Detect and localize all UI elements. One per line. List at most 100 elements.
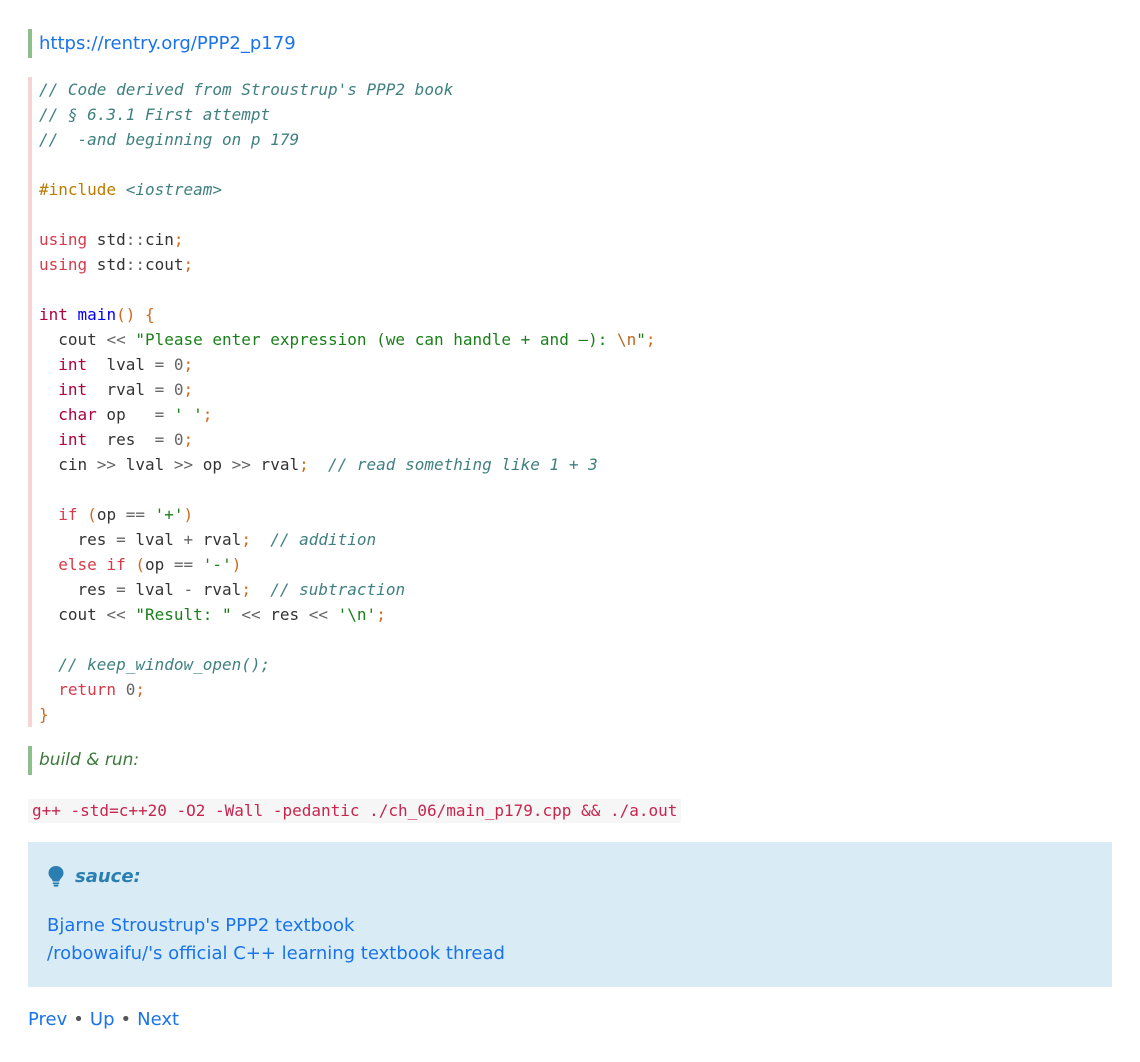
nav-separator: • <box>120 1009 132 1030</box>
build-command: g++ -std=c++20 -O2 -Wall -pedantic ./ch_… <box>28 799 682 823</box>
code-token: std <box>87 255 126 274</box>
code-token: res <box>260 605 309 624</box>
code-token: op <box>96 405 155 424</box>
code-token: #include <box>39 180 117 199</box>
code-token: // subtraction <box>270 580 406 599</box>
code-line: int rval = 0; <box>39 377 1123 402</box>
code-token: ( <box>135 555 145 574</box>
code-line: return 0; <box>39 677 1123 702</box>
code-token: op <box>144 555 174 574</box>
nav-prev-link[interactable]: Prev <box>28 1009 67 1030</box>
code-token: int <box>58 380 88 399</box>
admonition-title: sauce: <box>47 862 141 890</box>
code-token: else <box>58 555 97 574</box>
code-token: using <box>39 230 88 249</box>
code-token: = <box>154 380 165 399</box>
code-token: ; <box>241 580 251 599</box>
code-token: \n <box>616 330 637 349</box>
code-token: ; <box>173 230 184 249</box>
code-line: int lval = 0; <box>39 352 1123 377</box>
admonition-title-text: sauce: <box>75 865 141 887</box>
lightbulb-icon <box>48 866 64 887</box>
code-token: << <box>308 605 329 624</box>
code-token: << <box>241 605 261 624</box>
link-stroustrup-textbook[interactable]: Bjarne Stroustrup's PPP2 textbook <box>47 912 505 940</box>
code-token: cout <box>144 255 184 274</box>
nav-up-link[interactable]: Up <box>90 1009 115 1030</box>
code-token: :: <box>125 255 145 274</box>
code-token: << <box>106 605 126 624</box>
code-token: res <box>87 430 155 449</box>
code-token: = <box>116 580 126 599</box>
code-token: = <box>154 430 165 449</box>
admonition-links: Bjarne Stroustrup's PPP2 textbook /robow… <box>47 912 505 968</box>
code-token: ; <box>376 605 386 624</box>
code-token: // keep_window_open(); <box>58 655 271 674</box>
code-token: 0 <box>125 680 136 699</box>
nav-next-link[interactable]: Next <box>137 1009 179 1030</box>
code-token: using <box>39 255 88 274</box>
code-line: res = lval + rval; // addition <box>39 527 1123 552</box>
code-line: // keep_window_open(); <box>39 652 1123 677</box>
code-token: () <box>116 305 136 324</box>
code-token: ) <box>231 555 242 574</box>
code-line: int res = 0; <box>39 427 1123 452</box>
code-token: cout <box>39 605 107 624</box>
code-token: ; <box>183 430 194 449</box>
code-token: main <box>77 305 117 324</box>
code-token: ; <box>241 530 251 549</box>
page-navigation: Prev • Up • Next <box>28 1006 179 1034</box>
code-token: >> <box>173 455 194 474</box>
code-token: int <box>58 430 88 449</box>
code-line: using std::cin; <box>39 227 1123 252</box>
code-line: cout << "Please enter expression (we can… <box>39 327 1123 352</box>
code-token: // Code derived from Stroustrup's PPP2 b… <box>39 80 454 99</box>
code-token: 0 <box>173 380 184 399</box>
code-line: if (op == '+') <box>39 502 1123 527</box>
link-robowaifu-thread[interactable]: /robowaifu/'s official C++ learning text… <box>47 940 505 968</box>
code-block: // Code derived from Stroustrup's PPP2 b… <box>28 77 1123 727</box>
code-line: int main() { <box>39 302 1123 327</box>
code-token: if <box>58 505 78 524</box>
code-token: cin <box>144 230 174 249</box>
code-token: ( <box>87 505 97 524</box>
code-token: char <box>58 405 97 424</box>
code-token: <iostream> <box>125 180 223 199</box>
code-line: } <box>39 702 1123 727</box>
code-token: ; <box>135 680 145 699</box>
code-line: cin >> lval >> op >> rval; // read somet… <box>39 452 1123 477</box>
code-token: '-' <box>202 555 232 574</box>
code-token: "Please enter expression (we can handle … <box>135 330 617 349</box>
code-token: return <box>58 680 117 699</box>
code-token: == <box>125 505 145 524</box>
code-token: op <box>193 455 232 474</box>
code-token: = <box>116 530 126 549</box>
code-token: std <box>87 230 126 249</box>
code-line: else if (op == '-') <box>39 552 1123 577</box>
code-token: << <box>106 330 126 349</box>
code-token: rval <box>250 455 300 474</box>
source-link[interactable]: https://rentry.org/PPP2_p179 <box>39 33 296 54</box>
